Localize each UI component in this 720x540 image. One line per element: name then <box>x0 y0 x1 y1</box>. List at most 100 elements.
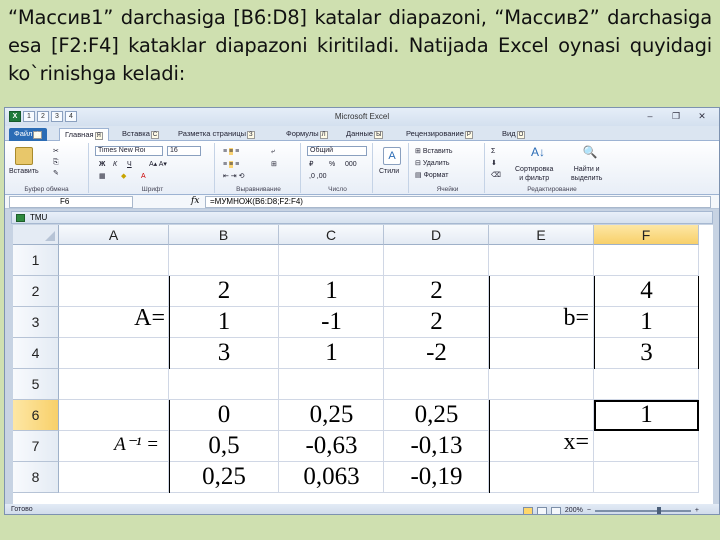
matrix-ainv-cell[interactable]: 0 <box>169 401 279 432</box>
format-painter-icon[interactable]: ✎ <box>53 169 59 178</box>
tab-page-layout[interactable]: Разметка страницы З <box>173 128 260 141</box>
find-select-button[interactable]: Найти и выделить <box>571 165 602 183</box>
align-left-icon[interactable]: ≡ ≡ ≡ <box>223 160 239 169</box>
grid-cell[interactable] <box>59 245 169 276</box>
number-format-select[interactable]: Общий <box>307 146 367 156</box>
vector-x-cell[interactable] <box>594 432 699 463</box>
zoom-out-icon[interactable]: − <box>587 505 591 514</box>
vector-b-cell[interactable]: 4 <box>594 277 699 308</box>
row-header-4[interactable]: 4 <box>13 338 59 369</box>
find-icon[interactable]: 🔍 <box>581 145 599 163</box>
autosum-button[interactable]: Σ <box>491 147 495 156</box>
thousands-button[interactable]: 000 <box>345 160 357 169</box>
row-header-7[interactable]: 7 <box>13 431 59 462</box>
matrix-a-cell[interactable]: -2 <box>384 339 489 370</box>
matrix-a-cell[interactable]: 1 <box>279 277 384 308</box>
close-icon[interactable]: ✕ <box>691 110 713 123</box>
delete-cells-button[interactable]: ⊟ Удалить <box>415 159 450 168</box>
format-cells-button[interactable]: ▤ Формат <box>415 171 448 180</box>
page-layout-view-icon[interactable] <box>536 506 547 514</box>
percent-button[interactable]: % <box>329 160 335 169</box>
matrix-a-cell[interactable]: 2 <box>384 308 489 339</box>
grid-cell[interactable] <box>594 245 699 276</box>
styles-button[interactable]: Стили <box>379 167 399 176</box>
grid-cell[interactable] <box>384 369 489 400</box>
underline-button[interactable]: Ч <box>127 160 132 169</box>
column-header-c[interactable]: C <box>279 225 384 245</box>
normal-view-icon[interactable] <box>522 506 533 514</box>
vector-b-cell[interactable]: 3 <box>594 339 699 370</box>
tab-data[interactable]: Данные Ы <box>341 128 388 141</box>
matrix-ainv-cell[interactable]: 0,063 <box>279 463 384 494</box>
grid-cell[interactable] <box>279 369 384 400</box>
tab-view[interactable]: Вид О <box>497 128 530 141</box>
select-all-corner[interactable] <box>13 225 59 245</box>
matrix-a-cell[interactable]: 1 <box>169 308 279 339</box>
font-name-select[interactable]: Times New Roı <box>95 146 163 156</box>
matrix-ainv-cell[interactable]: 0,25 <box>279 401 384 432</box>
grid-cell[interactable] <box>489 338 594 369</box>
spreadsheet-grid[interactable]: A B C D E F 1 2 3 4 5 6 7 8 2 1 2 1 -1 2 3 1 -2 4 1 3 0 0,25 0,25 0,5… <box>13 225 713 504</box>
grid-cell[interactable] <box>489 276 594 307</box>
fill-color-icon[interactable]: ◆ <box>121 172 126 181</box>
tab-formulas[interactable]: Формулы Л <box>281 128 333 141</box>
matrix-a-cell[interactable]: -1 <box>279 308 384 339</box>
grid-cell[interactable] <box>59 338 169 369</box>
copy-icon[interactable]: ⎘ <box>53 158 59 167</box>
borders-icon[interactable]: ▦ <box>99 172 106 181</box>
row-header-1[interactable]: 1 <box>13 245 59 276</box>
decimal-icon[interactable]: ,0 ,00 <box>309 172 327 181</box>
tab-insert[interactable]: Вставка С <box>117 128 164 141</box>
grid-cell[interactable] <box>279 245 384 276</box>
grid-cell[interactable] <box>489 462 594 493</box>
vector-x-cell[interactable] <box>594 463 699 494</box>
zoom-in-icon[interactable]: + <box>695 505 699 514</box>
sort-filter-icon[interactable]: A↓ <box>529 145 547 163</box>
matrix-ainv-cell[interactable]: -0,63 <box>279 432 384 463</box>
zoom-level[interactable]: 200% <box>565 505 583 514</box>
grid-cell[interactable] <box>594 369 699 400</box>
restore-icon[interactable]: ❐ <box>665 110 687 123</box>
matrix-ainv-cell[interactable]: -0,19 <box>384 463 489 494</box>
matrix-a-cell[interactable]: 2 <box>384 277 489 308</box>
formula-input[interactable]: =МУМНОЖ(B6:D8;F2:F4) <box>205 196 711 208</box>
italic-button[interactable]: К <box>113 160 117 169</box>
row-header-2[interactable]: 2 <box>13 276 59 307</box>
minimize-icon[interactable]: – <box>639 110 661 123</box>
matrix-a-cell[interactable]: 3 <box>169 339 279 370</box>
grid-cell[interactable] <box>169 369 279 400</box>
cut-icon[interactable]: ✂ <box>53 147 59 156</box>
fx-icon[interactable]: fx <box>191 196 199 206</box>
vector-b-cell[interactable]: 1 <box>594 308 699 339</box>
font-size-select[interactable]: 16 <box>167 146 201 156</box>
paste-button[interactable]: Вставить <box>9 167 39 176</box>
grid-cell[interactable] <box>489 369 594 400</box>
matrix-a-cell[interactable]: 1 <box>279 339 384 370</box>
bold-button[interactable]: Ж <box>99 160 105 169</box>
active-cell-selection[interactable] <box>594 400 699 431</box>
clear-icon[interactable]: ⌫ <box>491 171 501 180</box>
insert-cells-button[interactable]: ⊞ Вставить <box>415 147 452 156</box>
matrix-ainv-cell[interactable]: 0,25 <box>384 401 489 432</box>
tab-file[interactable]: Файл Ф <box>9 128 48 141</box>
row-header-3[interactable]: 3 <box>13 307 59 338</box>
row-header-8[interactable]: 8 <box>13 462 59 493</box>
paste-icon[interactable] <box>15 147 33 165</box>
row-header-6[interactable]: 6 <box>13 400 59 431</box>
align-top-icon[interactable]: ≡ ≡ ≡ <box>223 147 239 156</box>
column-header-e[interactable]: E <box>489 225 594 245</box>
matrix-ainv-cell[interactable]: 0,25 <box>169 463 279 494</box>
grid-cell[interactable] <box>59 369 169 400</box>
column-header-a[interactable]: A <box>59 225 169 245</box>
grow-font-icon[interactable]: A▴ A▾ <box>149 160 167 169</box>
currency-icon[interactable]: ₽ <box>309 160 313 169</box>
sort-filter-button[interactable]: Сортировка и фильтр <box>515 165 553 183</box>
styles-icon[interactable]: A <box>383 147 401 165</box>
grid-cell[interactable] <box>59 462 169 493</box>
zoom-knob[interactable] <box>656 506 661 514</box>
matrix-a-cell[interactable]: 2 <box>169 277 279 308</box>
row-header-5[interactable]: 5 <box>13 369 59 400</box>
tab-home[interactable]: Главная Я <box>59 128 109 141</box>
column-header-b[interactable]: B <box>169 225 279 245</box>
merge-icon[interactable]: ⊞ <box>271 160 277 169</box>
